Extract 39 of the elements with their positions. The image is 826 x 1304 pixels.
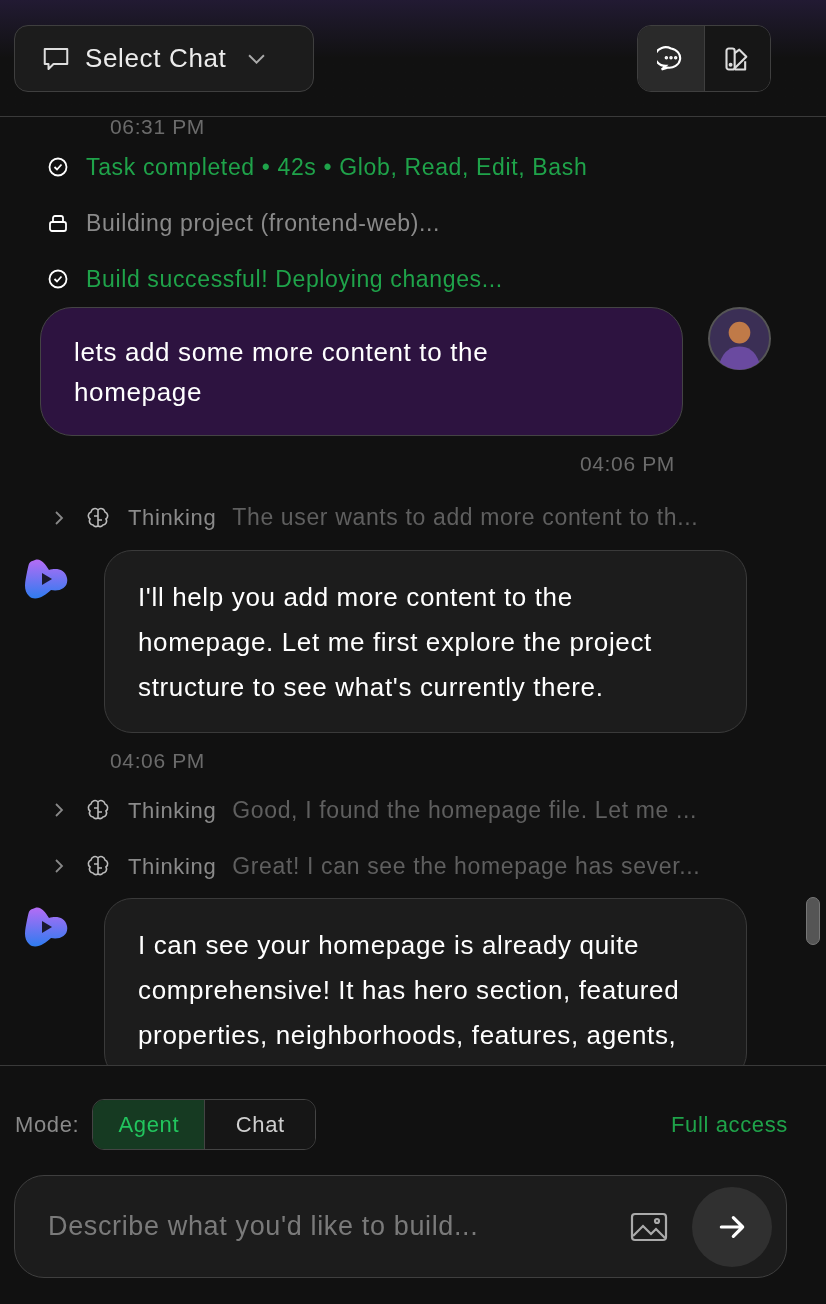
user-avatar	[708, 307, 771, 370]
mode-label: Mode:	[15, 1110, 80, 1139]
assistant-logo-icon	[25, 906, 69, 948]
brain-icon	[86, 505, 110, 530]
image-icon[interactable]	[630, 1211, 668, 1242]
message-time: 06:31 PM	[109, 117, 205, 139]
brain-icon	[86, 798, 110, 822]
select-chat-button[interactable]: Select Chat	[14, 25, 314, 92]
mode-tab[interactable]: Agent	[93, 1099, 205, 1149]
chevron-right-icon[interactable]	[52, 509, 66, 526]
status-text: Building project (frontend-web)...	[86, 208, 441, 238]
thinking-preview: Good, I found the homepage file. Let me ...	[232, 795, 698, 825]
thinking-preview: The user wants to add more content to th...	[232, 503, 699, 533]
mode-tab[interactable]: Chat	[204, 1099, 316, 1149]
message-time: 04:06 PM	[580, 451, 675, 477]
prompt-input[interactable]: Describe what you'd like to build...	[48, 1206, 630, 1247]
assistant-logo-icon	[25, 557, 69, 600]
user-message: lets add some more content to the homepage	[40, 307, 683, 436]
chevron-right-icon[interactable]	[52, 802, 66, 818]
access-label[interactable]: Full access	[670, 1107, 788, 1141]
chevron-right-icon[interactable]	[52, 858, 66, 874]
thinking-label[interactable]: Thinking	[128, 849, 217, 883]
stack-icon	[48, 213, 68, 233]
check-circle-icon	[48, 157, 68, 177]
scrollbar-thumb[interactable]	[806, 897, 820, 945]
assistant-message: I can see your homepage is already quite comprehensive! It has hero section, featured properties, neighborhoods, features, agents,	[104, 898, 747, 1065]
status-text: Task completed • 42s • Glob, Read, Edit, Bash	[86, 152, 588, 182]
thinking-label[interactable]: Thinking	[128, 501, 217, 534]
thinking-label[interactable]: Thinking	[128, 793, 217, 827]
view-toggle-button[interactable]	[703, 26, 770, 91]
thinking-preview: Great! I can see the homepage has sever...	[232, 851, 701, 881]
message-time: 04:06 PM	[109, 747, 206, 774]
prompt-field[interactable]: Describe what you'd like to build...	[14, 1175, 787, 1278]
assistant-message: I'll help you add more content to the homepage. Let me first explore the project structure to see what's currently there.	[104, 549, 747, 733]
check-circle-icon	[48, 269, 68, 289]
view-toggle-button[interactable]	[638, 26, 704, 91]
status-text: Build successful! Deploying changes...	[86, 264, 503, 294]
brain-icon	[86, 854, 110, 878]
chevron-down-icon	[248, 53, 266, 64]
